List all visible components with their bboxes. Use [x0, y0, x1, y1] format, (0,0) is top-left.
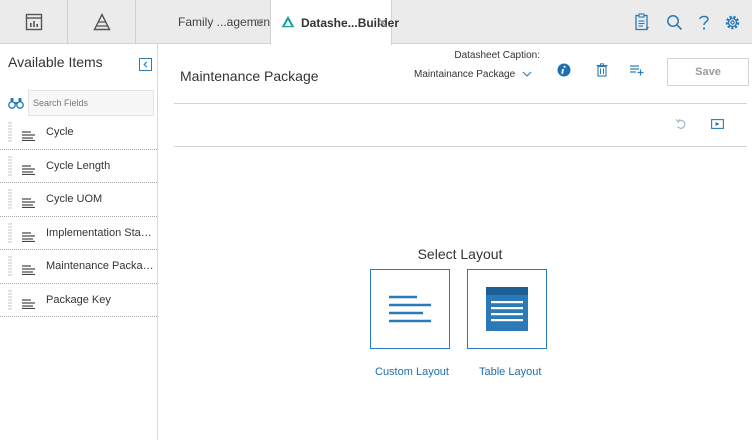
search-icon[interactable] [664, 12, 684, 32]
list-item-cycle[interactable]: Cycle [0, 116, 157, 150]
search-row [8, 90, 154, 116]
page-title: Maintenance Package [180, 68, 319, 84]
list-item-label: Cycle Length [46, 159, 111, 172]
list-item-label: Cycle [46, 126, 74, 138]
list-item-cycle-length[interactable]: Cycle Length [0, 150, 157, 183]
binoculars-icon [8, 96, 24, 114]
list-item-maintenance-package[interactable]: Maintenance Package... [0, 250, 157, 284]
pyramid-icon [92, 13, 111, 31]
collapse-panel-button[interactable] [139, 58, 152, 71]
list-item-label: Cycle UOM [46, 193, 103, 205]
text-field-icon [22, 162, 36, 180]
caption-value: Maintainance Package [414, 69, 516, 81]
text-field-icon [22, 195, 36, 213]
list-item-cycle-uom[interactable]: Cycle UOM [0, 183, 157, 217]
panel-title: Available Items [8, 54, 103, 70]
save-button[interactable]: Save [667, 58, 749, 86]
table-layout-option[interactable] [467, 269, 547, 349]
drag-handle-icon[interactable] [8, 222, 12, 245]
add-row-icon[interactable] [629, 62, 645, 78]
list-item-implementation-status[interactable]: Implementation Status [0, 217, 157, 250]
preview-icon[interactable] [710, 117, 724, 131]
top-bar: Family ...agement Datashe...Builder [0, 0, 752, 45]
custom-layout-link[interactable]: Custom Layout [375, 366, 449, 378]
list-item-label: Maintenance Package... [46, 260, 154, 272]
custom-layout-option[interactable] [370, 269, 450, 349]
text-field-icon [22, 128, 36, 146]
warning-triangle-icon [281, 15, 295, 31]
list-item-label: Implementation Status [46, 226, 154, 239]
divider [174, 146, 747, 147]
dashboard-nav-button[interactable] [0, 0, 68, 44]
select-layout-title: Select Layout [417, 246, 503, 262]
dashboard-icon [25, 13, 42, 31]
list-item-label: Package Key [46, 293, 111, 306]
table-layout-link[interactable]: Table Layout [479, 366, 541, 378]
trash-icon[interactable] [594, 62, 610, 78]
drag-handle-icon[interactable] [8, 289, 12, 312]
clipboard-list-icon[interactable] [632, 12, 652, 32]
asset-hierarchy-nav-button[interactable] [68, 0, 136, 44]
text-field-icon [22, 296, 36, 314]
chevron-down-icon [522, 69, 532, 80]
undo-icon[interactable] [674, 117, 688, 131]
tab-family-management[interactable]: Family ...agement [160, 0, 273, 44]
custom-layout-icon [389, 295, 431, 323]
info-icon[interactable] [556, 62, 572, 78]
tab-datasheet-builder[interactable]: Datashe...Builder [270, 0, 399, 45]
help-icon[interactable] [694, 12, 714, 32]
available-items-list: Cycle Cycle Length Cycle UOM Implementat… [0, 116, 157, 317]
close-icon[interactable] [252, 15, 266, 29]
chevron-left-icon [143, 61, 148, 68]
search-fields-input[interactable] [28, 90, 154, 116]
table-layout-icon [486, 287, 528, 331]
drag-handle-icon[interactable] [8, 121, 12, 144]
available-items-panel: Available Items Cycle Cycle Length [0, 44, 158, 440]
datasheet-caption-label: Datasheet Caption: [454, 50, 540, 61]
datasheet-caption-dropdown[interactable]: Maintainance Package [414, 69, 532, 80]
text-field-icon [22, 262, 36, 280]
text-field-icon [22, 229, 36, 247]
list-item-package-key[interactable]: Package Key [0, 284, 157, 317]
drag-handle-icon[interactable] [8, 255, 12, 278]
drag-handle-icon[interactable] [8, 155, 12, 178]
drag-handle-icon[interactable] [8, 188, 12, 211]
gear-icon[interactable] [722, 12, 742, 32]
close-icon[interactable] [375, 15, 389, 29]
divider [174, 103, 747, 104]
